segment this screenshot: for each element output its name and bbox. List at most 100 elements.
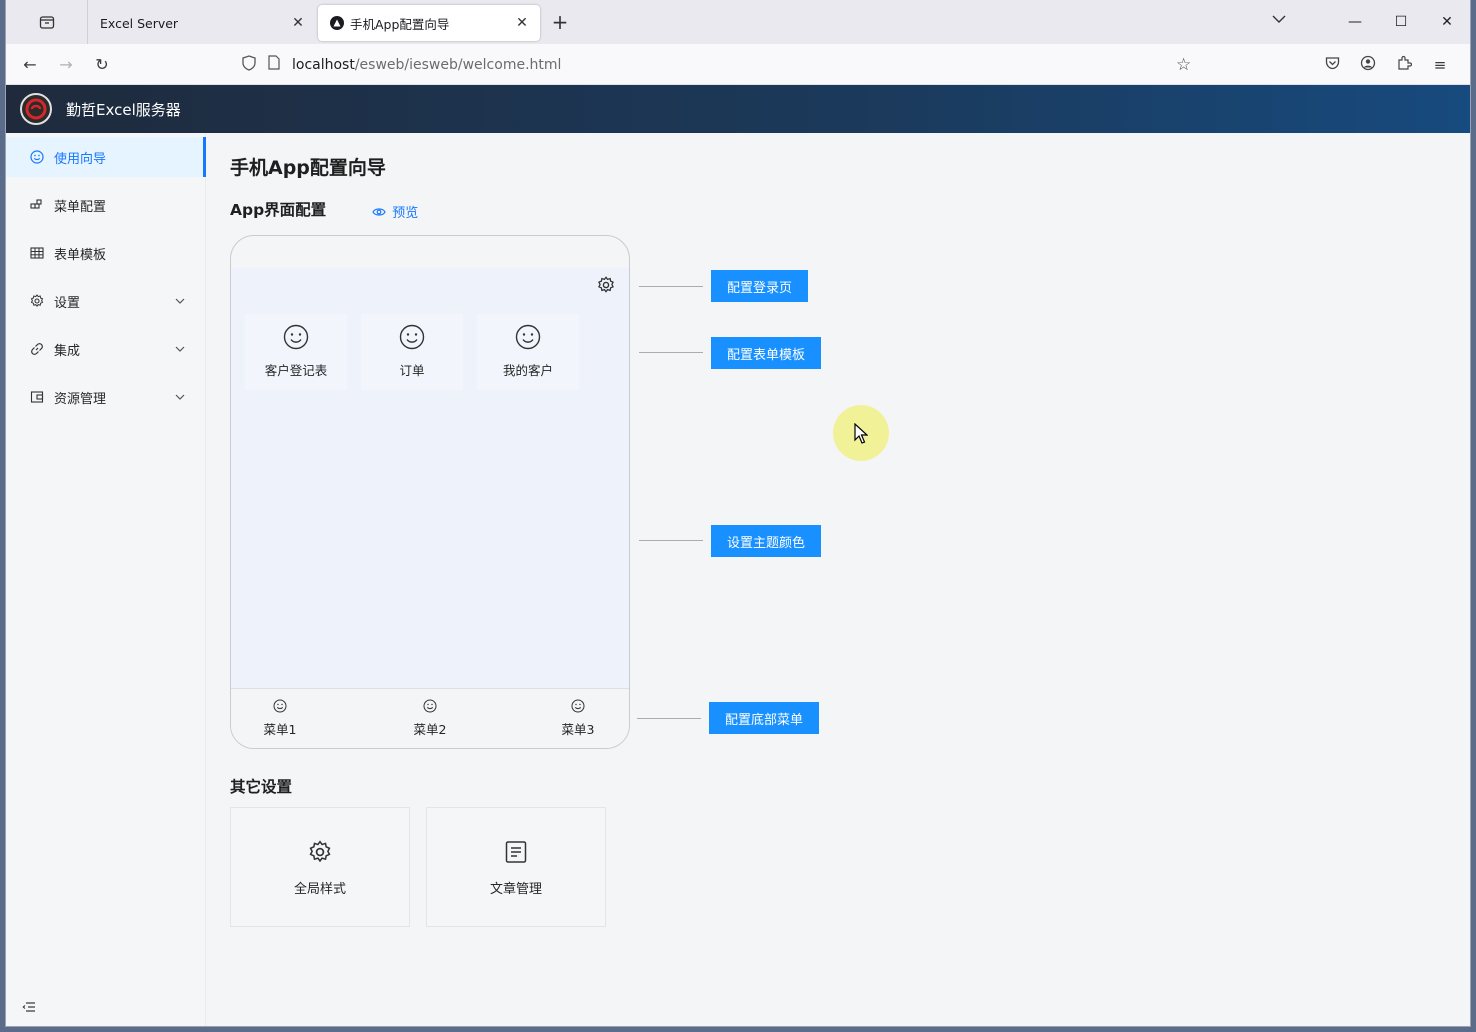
- smile-icon: [30, 150, 46, 164]
- tab-app-wizard[interactable]: 手机App配置向导 ✕: [318, 5, 540, 41]
- sidebar-item-label: 菜单配置: [54, 199, 107, 215]
- gear-icon: [30, 294, 46, 308]
- app-title: 勤哲Excel服务器: [66, 100, 181, 119]
- gear-icon[interactable]: [597, 276, 615, 298]
- sidebar: 使用向导 菜单配置 表单模板 设置 集成 资源管理: [6, 133, 206, 1026]
- main-content: 手机App配置向导 App界面配置 预览 客户登记表 订单 我的客户 菜单1 菜…: [206, 133, 1470, 1026]
- nav-right-toolbar: ≡: [1314, 44, 1458, 85]
- back-icon[interactable]: ←: [12, 55, 48, 74]
- menu-icon[interactable]: ≡: [1422, 56, 1458, 74]
- connector-line: [639, 540, 703, 541]
- smile-icon: [571, 699, 585, 713]
- link-icon: [30, 342, 46, 356]
- card-label: 文章管理: [489, 882, 542, 897]
- card-label: 全局样式: [293, 882, 346, 897]
- pocket-icon[interactable]: [1314, 56, 1350, 74]
- smile-icon: [399, 324, 425, 350]
- new-tab-button[interactable]: +: [540, 10, 580, 34]
- tabbar-item-label: 菜单2: [413, 722, 447, 737]
- set-theme-color-button[interactable]: 设置主题颜色: [711, 525, 822, 557]
- sidebar-item-menu-config[interactable]: 菜单配置: [6, 185, 205, 225]
- sidebar-item-resources[interactable]: 资源管理: [6, 377, 205, 417]
- extensions-icon[interactable]: [1386, 55, 1422, 74]
- sidebar-item-label: 表单模板: [54, 247, 107, 263]
- window-controls: — ☐ ✕: [1332, 0, 1470, 44]
- sidebar-item-form-template[interactable]: 表单模板: [6, 233, 205, 273]
- url-bar[interactable]: localhost/esweb/iesweb/welcome.html: [242, 44, 561, 85]
- sidebar-item-label: 使用向导: [54, 151, 107, 167]
- mouse-cursor-icon: [854, 423, 868, 444]
- document-icon: [505, 841, 527, 863]
- preview-label: 预览: [392, 206, 419, 221]
- phone-tabbar-item[interactable]: 菜单3: [543, 699, 613, 738]
- phone-grid-item[interactable]: 客户登记表: [245, 314, 347, 390]
- tabbar-item-label: 菜单1: [263, 722, 297, 737]
- phone-tabbar-item[interactable]: 菜单1: [245, 699, 315, 738]
- connector-line: [639, 286, 703, 287]
- phone-mockup: 客户登记表 订单 我的客户 菜单1 菜单2 菜单3: [230, 235, 630, 749]
- nav-bar: ← → ↻ localhost/esweb/iesweb/welcome.htm…: [6, 44, 1470, 85]
- account-icon[interactable]: [1350, 55, 1386, 75]
- connector-line: [639, 352, 703, 353]
- folder-icon: [30, 390, 46, 404]
- smile-icon: [283, 324, 309, 350]
- sidebar-item-integration[interactable]: 集成: [6, 329, 205, 369]
- url-host: localhost: [292, 56, 355, 73]
- chevron-down-icon: [175, 296, 205, 307]
- sidebar-item-label: 集成: [54, 343, 81, 359]
- config-form-template-button[interactable]: 配置表单模板: [711, 337, 822, 369]
- eye-icon: [372, 207, 386, 216]
- grid-item-label: 订单: [399, 363, 425, 378]
- app-section-header: App界面配置 预览: [230, 196, 1470, 222]
- tab-excel-server[interactable]: Excel Server ✕: [88, 5, 316, 41]
- config-bottom-menu-button[interactable]: 配置底部菜单: [709, 702, 820, 734]
- phone-tabbar: 菜单1 菜单2 菜单3: [231, 688, 629, 748]
- grid-item-label: 我的客户: [502, 363, 553, 378]
- bookmark-star-icon[interactable]: ☆: [1176, 55, 1191, 75]
- tab-title: 手机App配置向导: [350, 16, 450, 32]
- other-section-title: 其它设置: [230, 778, 293, 796]
- sidebar-item-label: 设置: [54, 295, 81, 311]
- sidebar-item-wizard[interactable]: 使用向导: [6, 137, 206, 177]
- phone-grid-item[interactable]: 订单: [361, 314, 463, 390]
- close-icon[interactable]: ✕: [514, 15, 530, 31]
- grid-item-label: 客户登记表: [264, 363, 328, 378]
- url-path: /esweb/iesweb/welcome.html: [354, 56, 562, 73]
- shield-icon[interactable]: [242, 54, 256, 75]
- menu-collapse-icon[interactable]: [22, 1001, 36, 1016]
- favicon-icon: [330, 16, 344, 30]
- chevron-down-icon: [175, 392, 205, 403]
- sidebar-item-label: 资源管理: [54, 391, 107, 407]
- minimize-icon[interactable]: —: [1332, 14, 1378, 30]
- maximize-icon[interactable]: ☐: [1378, 14, 1424, 30]
- page-icon: [268, 55, 280, 74]
- chevron-down-icon[interactable]: [1272, 12, 1286, 28]
- article-management-card[interactable]: 文章管理: [426, 807, 606, 927]
- browser-window: Excel Server ✕ 手机App配置向导 ✕ + — ☐ ✕ ← → ↻: [6, 0, 1470, 1026]
- global-style-card[interactable]: 全局样式: [230, 807, 410, 927]
- page-title: 手机App配置向导: [230, 157, 386, 179]
- smile-icon: [515, 324, 541, 350]
- reload-icon[interactable]: ↻: [84, 55, 120, 74]
- table-icon: [30, 246, 46, 260]
- config-login-button[interactable]: 配置登录页: [711, 270, 809, 302]
- preview-link[interactable]: 预览: [372, 202, 418, 221]
- tabbar-item-label: 菜单3: [561, 722, 595, 737]
- connector-line: [637, 718, 701, 719]
- forward-icon[interactable]: →: [48, 55, 84, 74]
- logo-icon: [20, 93, 52, 125]
- phone-grid-item[interactable]: 我的客户: [477, 314, 579, 390]
- close-icon[interactable]: ✕: [290, 15, 306, 31]
- close-window-icon[interactable]: ✕: [1424, 14, 1470, 30]
- smile-icon: [273, 699, 287, 713]
- sidebar-item-settings[interactable]: 设置: [6, 281, 205, 321]
- tab-title: Excel Server: [100, 15, 179, 31]
- tab-list-icon[interactable]: [6, 0, 88, 44]
- section-title: App界面配置: [230, 200, 327, 219]
- body-area: 使用向导 菜单配置 表单模板 设置 集成 资源管理 手机App配置向导 App界…: [6, 133, 1470, 1026]
- blocks-icon: [30, 198, 46, 212]
- chevron-down-icon: [175, 344, 205, 355]
- phone-tabbar-item[interactable]: 菜单2: [395, 699, 465, 738]
- app-header: 勤哲Excel服务器: [6, 85, 1470, 133]
- tab-strip: Excel Server ✕ 手机App配置向导 ✕ + — ☐ ✕: [6, 0, 1470, 44]
